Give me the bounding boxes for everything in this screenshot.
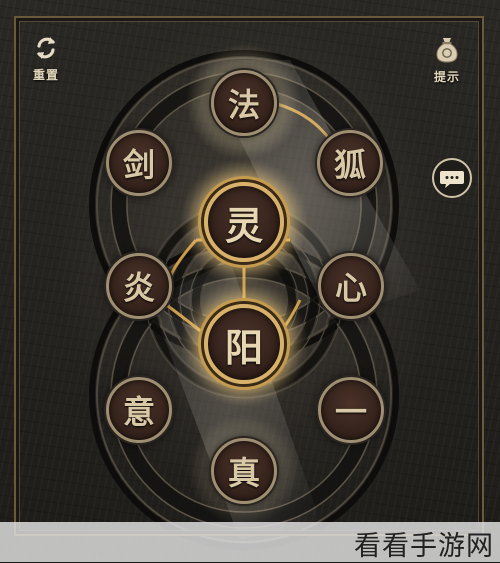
node-xin[interactable]: 心 — [318, 253, 384, 319]
hint-button[interactable]: 提示 — [424, 34, 470, 85]
watermark-strip: 看看手游网 — [0, 522, 500, 562]
node-zhen[interactable]: 真 — [211, 438, 277, 504]
node-yi-intent[interactable]: 意 — [106, 377, 172, 443]
node-yan[interactable]: 炎 — [106, 253, 172, 319]
hint-label: 提示 — [433, 70, 460, 84]
reset-button[interactable]: 重置 — [26, 34, 66, 83]
node-char: 炎 — [122, 269, 155, 307]
node-hu[interactable]: 狐 — [317, 130, 383, 196]
node-char: 法 — [227, 86, 260, 124]
rotate-arrows-icon — [37, 37, 55, 59]
node-yi-one[interactable]: 一 — [318, 377, 384, 443]
node-fa[interactable]: 法 — [211, 70, 277, 136]
speech-bubble-icon — [440, 171, 464, 188]
node-yang[interactable]: 阳 — [204, 304, 284, 384]
reset-label: 重置 — [32, 68, 59, 82]
node-char: 灵 — [224, 202, 263, 248]
node-char: 一 — [334, 393, 367, 431]
node-char: 心 — [334, 269, 367, 307]
node-jian[interactable]: 剑 — [106, 130, 172, 196]
money-bag-icon — [436, 38, 458, 63]
chat-button[interactable] — [432, 158, 472, 198]
node-char: 狐 — [333, 146, 366, 184]
node-char: 剑 — [122, 146, 155, 184]
node-ling[interactable]: 灵 — [204, 182, 284, 262]
node-char: 真 — [227, 454, 260, 492]
watermark-text: 看看手游网 — [354, 531, 494, 562]
node-char: 阳 — [224, 324, 263, 370]
node-char: 意 — [122, 393, 155, 431]
